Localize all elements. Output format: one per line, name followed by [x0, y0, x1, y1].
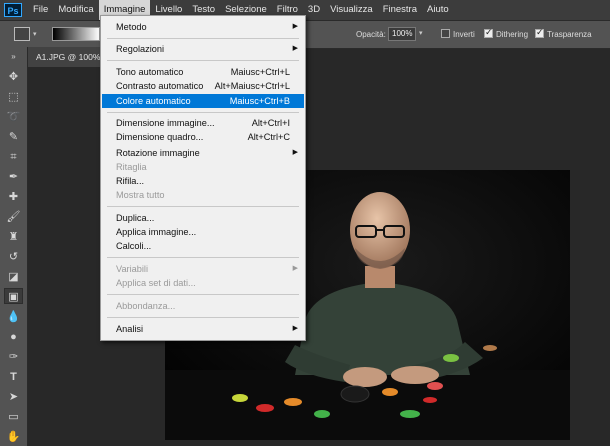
menu-item-applica-immagine[interactable]: Applica immagine... — [102, 225, 304, 239]
menu-item-rifila[interactable]: Rifila... — [102, 174, 304, 188]
history-brush-tool-icon[interactable]: ↺ — [4, 249, 23, 265]
menu-item-abbondanza: Abbondanza... — [116, 301, 176, 311]
menu-separator — [107, 38, 299, 39]
brush-tool-icon[interactable]: 🖌 — [4, 209, 23, 225]
menu-item-dimensione-quadro[interactable]: Dimensione quadro... Alt+Ctrl+C — [102, 130, 304, 144]
eraser-tool-icon[interactable]: ◪ — [4, 269, 23, 285]
opacity-input[interactable]: 100% — [388, 27, 416, 41]
tools-panel: » ✥ ⬚ ➰ ✎ ⌗ ✒ ✚ 🖌 ♜ ↺ ◪ ▣ 💧 ● ✑ T ➤ ▭ ✋ — [0, 47, 28, 446]
menu-separator — [107, 206, 299, 207]
menu-separator — [107, 257, 299, 258]
submenu-arrow-icon: ▶ — [292, 325, 298, 332]
menu-file[interactable]: File — [28, 0, 53, 20]
menu-item-calcoli[interactable]: Calcoli... — [102, 239, 304, 253]
menu-item-mostra-tutto: Mostra tutto — [116, 190, 165, 200]
type-tool-icon[interactable]: T — [4, 369, 23, 385]
menu-separator — [107, 294, 299, 295]
quick-selection-tool-icon[interactable]: ✎ — [4, 129, 23, 145]
gradient-preview-swatch[interactable] — [52, 27, 100, 41]
menu-item-colore-automatico[interactable]: Colore automatico Maiusc+Ctrl+B — [102, 94, 304, 108]
menu-item-tono-automatico[interactable]: Tono automatico Maiusc+Ctrl+L — [102, 65, 304, 79]
menu-item-dimensione-immagine[interactable]: Dimensione immagine... Alt+Ctrl+I — [102, 116, 304, 130]
submenu-arrow-icon: ▶ — [292, 45, 298, 52]
menu-aiuto[interactable]: Aiuto — [422, 0, 454, 20]
inverti-checkbox[interactable] — [441, 29, 450, 38]
menu-item-rotazione-immagine[interactable]: Rotazione immagine ▶ — [102, 146, 304, 160]
menu-item-regolazioni[interactable]: Regolazioni ▶ — [102, 42, 304, 56]
rectangle-tool-icon[interactable]: ▭ — [4, 409, 23, 425]
menu-item-ritaglia: Ritaglia — [116, 162, 147, 172]
opacity-label: Opacità: — [356, 30, 386, 39]
dithering-checkbox[interactable] — [484, 27, 493, 38]
submenu-arrow-icon: ▶ — [292, 265, 298, 272]
menu-item-analisi[interactable]: Analisi ▶ — [102, 322, 304, 336]
menu-visualizza[interactable]: Visualizza — [325, 0, 378, 20]
pen-tool-icon[interactable]: ✑ — [4, 349, 23, 365]
photoshop-logo: Ps — [4, 3, 22, 17]
lasso-tool-icon[interactable]: ➰ — [4, 109, 23, 125]
path-selection-tool-icon[interactable]: ➤ — [4, 389, 23, 405]
menu-separator — [107, 112, 299, 113]
menu-modifica[interactable]: Modifica — [53, 0, 98, 20]
marquee-tool-icon[interactable]: ⬚ — [4, 89, 23, 105]
chevron-down-icon[interactable]: ▾ — [33, 30, 37, 38]
blur-tool-icon[interactable]: 💧 — [4, 309, 23, 325]
crop-tool-icon[interactable]: ⌗ — [4, 149, 23, 165]
submenu-arrow-icon: ▶ — [292, 23, 298, 30]
menu-item-contrasto-automatico[interactable]: Contrasto automatico Alt+Maiusc+Ctrl+L — [102, 79, 304, 93]
opacity-dropdown-icon[interactable]: ▾ — [419, 29, 423, 37]
dithering-label: Dithering — [496, 30, 529, 39]
healing-brush-tool-icon[interactable]: ✚ — [4, 189, 23, 205]
submenu-arrow-icon: ▶ — [292, 149, 298, 156]
move-tool-icon[interactable]: ✥ — [4, 69, 23, 85]
immagine-dropdown-menu: Metodo ▶ Regolazioni ▶ Tono automatico M… — [100, 15, 306, 341]
inverti-label: Inverti — [453, 30, 475, 39]
gradient-tool-icon[interactable]: ▣ — [4, 288, 23, 304]
menu-item-variabili: Variabili ▶ — [116, 264, 298, 274]
menu-item-applica-set-di-dati: Applica set di dati... — [116, 278, 196, 288]
document-tab[interactable]: A1.JPG @ 100% — [28, 47, 108, 67]
menu-3d[interactable]: 3D — [303, 0, 325, 20]
menu-separator — [107, 317, 299, 318]
eyedropper-tool-icon[interactable]: ✒ — [4, 169, 23, 185]
hand-tool-icon[interactable]: ✋ — [4, 429, 23, 445]
menu-finestra[interactable]: Finestra — [378, 0, 422, 20]
menu-item-metodo[interactable]: Metodo ▶ — [102, 20, 304, 34]
clone-stamp-tool-icon[interactable]: ♜ — [4, 229, 23, 245]
menu-item-duplica[interactable]: Duplica... — [102, 211, 304, 225]
gradient-tool-preset-icon[interactable] — [14, 27, 30, 41]
trasparenza-checkbox[interactable] — [535, 27, 544, 38]
collapse-panel-icon[interactable]: » — [4, 49, 23, 65]
dodge-tool-icon[interactable]: ● — [4, 329, 23, 345]
menu-separator — [107, 60, 299, 61]
trasparenza-label: Trasparenza — [547, 30, 592, 39]
